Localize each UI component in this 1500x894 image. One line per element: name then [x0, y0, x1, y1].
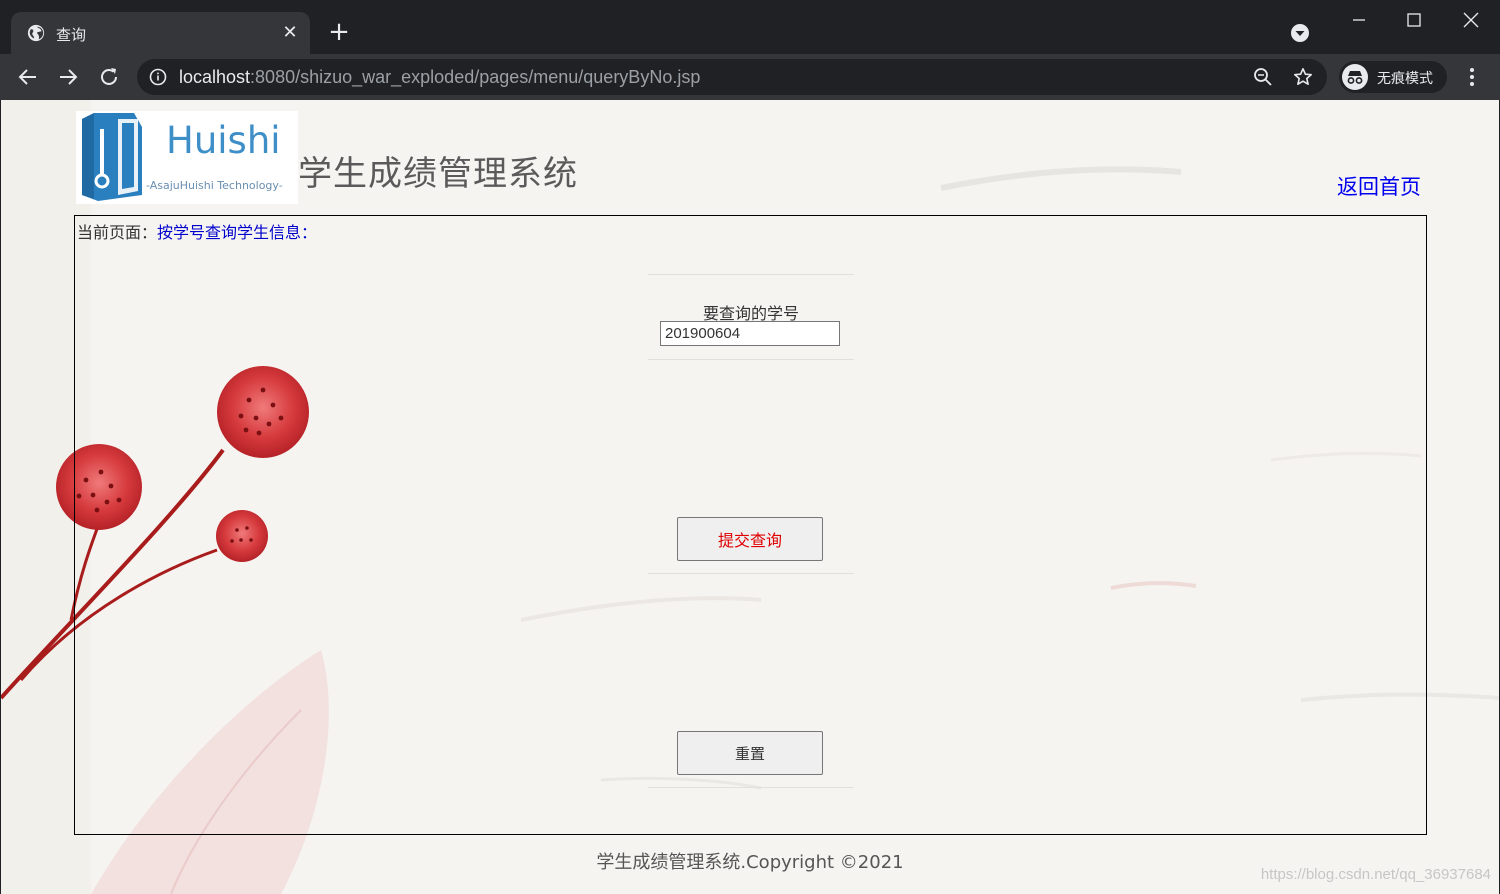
back-arrow-icon[interactable] [16, 65, 40, 89]
breadcrumb: 当前页面：按学号查询学生信息： [77, 219, 317, 243]
logo-name: Huishi [166, 119, 281, 162]
zoom-icon[interactable] [1253, 67, 1273, 87]
book-logo-icon: Huishi -AsajuHuishi Technology- [82, 113, 283, 201]
maximize-icon[interactable] [1400, 6, 1428, 34]
close-window-icon[interactable] [1457, 6, 1485, 34]
incognito-label: 无痕模式 [1377, 71, 1433, 87]
watermark: https://blog.csdn.net/qq_36937684 [1260, 866, 1491, 883]
breadcrumb-label: 当前页面： [77, 223, 158, 242]
form-divider [648, 787, 854, 788]
content-box: 当前页面：按学号查询学生信息： 要查询的学号 提交查询 重置 [74, 215, 1427, 835]
globe-icon [27, 24, 45, 42]
logo-tagline: -AsajuHuishi Technology- [146, 179, 283, 192]
form-divider [648, 274, 854, 275]
reload-icon[interactable] [97, 65, 121, 89]
incognito-icon [1342, 64, 1368, 90]
chevron-down-icon[interactable] [1290, 23, 1310, 43]
kebab-menu-icon[interactable] [1462, 66, 1482, 88]
tab-strip: 查询 ✕ + [0, 0, 1500, 54]
incognito-badge[interactable]: 无痕模式 [1339, 61, 1447, 93]
breadcrumb-value: 按学号查询学生信息： [157, 223, 318, 242]
site-logo: Huishi -AsajuHuishi Technology- [76, 111, 298, 204]
url-text[interactable]: localhost:8080/shizuo_war_exploded/pages… [179, 67, 700, 88]
star-icon[interactable] [1293, 67, 1313, 87]
browser-tab[interactable]: 查询 ✕ [11, 12, 310, 54]
page-title: 学生成绩管理系统 [298, 154, 578, 194]
browser-toolbar: localhost:8080/shizuo_war_exploded/pages… [0, 54, 1500, 100]
tab-title: 查询 [56, 26, 87, 44]
form-divider [648, 359, 854, 360]
close-icon[interactable]: ✕ [280, 23, 300, 43]
info-icon[interactable] [149, 68, 167, 86]
minimize-icon[interactable] [1345, 6, 1373, 34]
student-no-input[interactable] [660, 321, 840, 346]
form-divider [648, 573, 854, 574]
page-viewport: Huishi -AsajuHuishi Technology- 学生成绩管理系统… [1, 100, 1499, 894]
reset-button[interactable]: 重置 [677, 731, 823, 775]
home-link[interactable]: 返回首页 [1337, 171, 1421, 201]
submit-query-button[interactable]: 提交查询 [677, 517, 823, 561]
plus-icon[interactable]: + [325, 18, 353, 46]
address-bar[interactable]: localhost:8080/shizuo_war_exploded/pages… [137, 59, 1327, 95]
forward-arrow-icon[interactable] [56, 65, 80, 89]
